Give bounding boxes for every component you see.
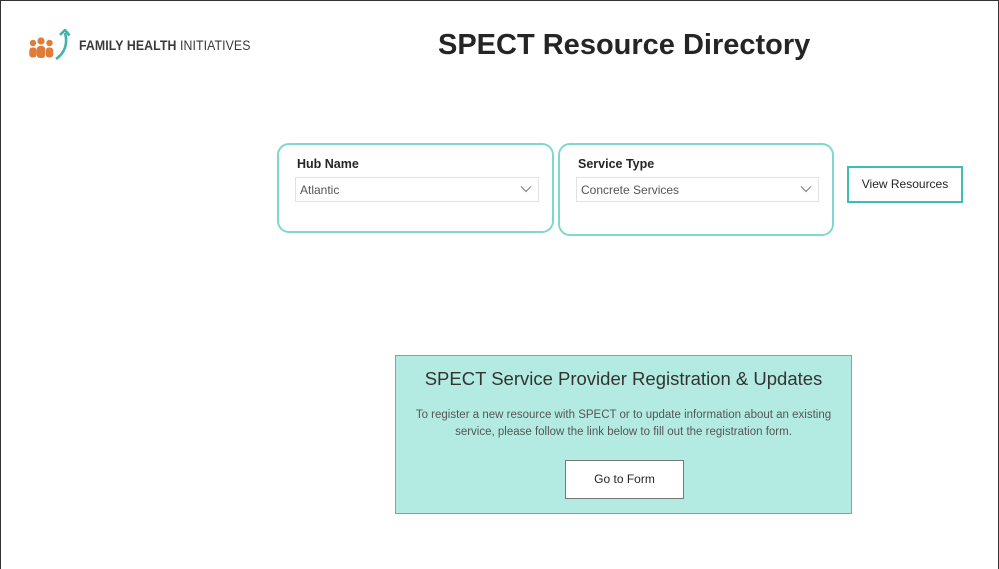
chevron-down-icon <box>520 186 532 193</box>
service-type-label: Service Type <box>578 157 655 171</box>
chevron-down-icon <box>800 186 812 193</box>
service-type-slicer: Service Type Concrete Services <box>558 143 834 236</box>
hub-name-slicer: Hub Name Atlantic <box>277 143 554 233</box>
logo-wordmark: FAMILY HEALTH INITIATIVES <box>79 37 251 53</box>
hub-name-value: Atlantic <box>300 183 340 197</box>
hub-name-dropdown[interactable]: Atlantic <box>295 177 539 202</box>
page-title: SPECT Resource Directory <box>438 29 811 61</box>
hub-name-label: Hub Name <box>297 157 359 171</box>
service-type-dropdown[interactable]: Concrete Services <box>576 177 819 202</box>
registration-description: To register a new resource with SPECT or… <box>415 409 832 438</box>
registration-title: SPECT Service Provider Registration & Up… <box>424 368 823 389</box>
view-resources-button[interactable]: View Resources <box>847 166 963 203</box>
family-people-icon <box>29 29 71 61</box>
registration-panel: SPECT Service Provider Registration & Up… <box>395 355 852 514</box>
go-to-form-button[interactable]: Go to Form <box>565 460 684 499</box>
service-type-value: Concrete Services <box>581 183 680 197</box>
family-health-initiatives-logo: FAMILY HEALTH INITIATIVES <box>27 29 274 61</box>
report-canvas: FAMILY HEALTH INITIATIVES SPECT Resource… <box>0 0 999 569</box>
